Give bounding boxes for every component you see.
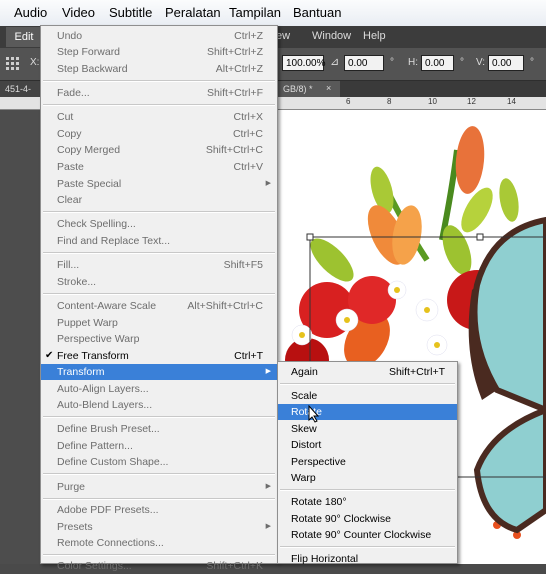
menu-subtitle[interactable]: Subtitle bbox=[109, 5, 152, 20]
player-menubar: Audio Video Subtitle Peralatan Tampilan … bbox=[0, 0, 546, 27]
submenu-arrow-icon: ▶ bbox=[265, 483, 271, 490]
close-tab-icon[interactable]: × bbox=[326, 83, 331, 93]
h-field[interactable]: 0.00 bbox=[421, 55, 454, 71]
submenu-arrow-icon: ▶ bbox=[265, 523, 271, 530]
menu-separator bbox=[43, 293, 275, 295]
menu-item-fill[interactable]: Fill... Shift+F5 bbox=[41, 257, 277, 273]
submenu-item-warp[interactable]: Warp bbox=[278, 470, 457, 486]
menu-item-find-replace[interactable]: Find and Replace Text... bbox=[41, 233, 277, 249]
tab-doc1[interactable]: 451-4-birt bbox=[0, 81, 42, 110]
menu-peralatan[interactable]: Peralatan bbox=[165, 5, 221, 20]
menu-separator bbox=[280, 546, 455, 548]
deg-symbol: ° bbox=[390, 57, 394, 68]
deg-symbol-v: ° bbox=[530, 57, 534, 68]
menu-item-perspective-warp[interactable]: Perspective Warp bbox=[41, 331, 277, 347]
workspace-background bbox=[0, 110, 40, 564]
submenu-item-distort[interactable]: Distort bbox=[278, 437, 457, 453]
menu-separator bbox=[43, 80, 275, 82]
menu-edit[interactable]: Edit bbox=[6, 27, 42, 47]
ruler-tick: 8 bbox=[387, 97, 392, 106]
menu-item-stroke[interactable]: Stroke... bbox=[41, 274, 277, 290]
submenu-item-rotate-90-ccw[interactable]: Rotate 90° Counter Clockwise bbox=[278, 527, 457, 543]
menu-separator bbox=[43, 416, 275, 418]
menu-help[interactable]: Help bbox=[363, 30, 386, 42]
menu-item-auto-blend[interactable]: Auto-Blend Layers... bbox=[41, 397, 277, 413]
angle-icon: ⊿ bbox=[330, 56, 340, 68]
menu-item-clear[interactable]: Clear bbox=[41, 192, 277, 208]
menu-item-check-spelling[interactable]: Check Spelling... bbox=[41, 216, 277, 232]
submenu-item-rotate[interactable]: Rotate bbox=[278, 404, 457, 420]
menu-item-define-pattern[interactable]: Define Pattern... bbox=[41, 438, 277, 454]
menu-item-transform[interactable]: Transform ▶ bbox=[41, 364, 277, 380]
menu-item-paste[interactable]: Paste Ctrl+V bbox=[41, 159, 277, 175]
menu-item-purge[interactable]: Purge ▶ bbox=[41, 479, 277, 495]
menu-separator bbox=[43, 252, 275, 254]
menu-item-color-settings[interactable]: Color Settings... Shift+Ctrl+K bbox=[41, 558, 277, 574]
menu-item-free-transform[interactable]: ✔ Free Transform Ctrl+T bbox=[41, 348, 277, 364]
menu-tampilan[interactable]: Tampilan bbox=[229, 5, 281, 20]
menu-bantuan[interactable]: Bantuan bbox=[293, 5, 341, 20]
mouse-cursor-icon bbox=[308, 404, 320, 423]
menu-item-paste-special[interactable]: Paste Special ▶ bbox=[41, 176, 277, 192]
menu-item-step-backward[interactable]: Step Backward Alt+Ctrl+Z bbox=[41, 61, 277, 77]
menu-view[interactable]: ew bbox=[276, 30, 290, 42]
h-label: H: bbox=[408, 57, 418, 68]
menu-item-define-brush[interactable]: Define Brush Preset... bbox=[41, 421, 277, 437]
menu-item-fade[interactable]: Fade... Shift+Ctrl+F bbox=[41, 85, 277, 101]
deg-symbol-h: ° bbox=[460, 57, 464, 68]
menu-item-remote-connections[interactable]: Remote Connections... bbox=[41, 535, 277, 551]
submenu-arrow-icon: ▶ bbox=[265, 368, 271, 375]
transform-submenu: Again Shift+Ctrl+T Scale Rotate Skew Dist… bbox=[277, 361, 458, 567]
reference-point-icon[interactable] bbox=[5, 56, 21, 72]
v-label: V: bbox=[476, 57, 486, 68]
menu-separator bbox=[43, 498, 275, 500]
menu-item-puppet-warp[interactable]: Puppet Warp bbox=[41, 315, 277, 331]
menu-item-copy[interactable]: Copy Ctrl+C bbox=[41, 126, 277, 142]
menu-item-content-aware-scale[interactable]: Content-Aware Scale Alt+Shift+Ctrl+C bbox=[41, 298, 277, 314]
ruler-tick: 6 bbox=[346, 97, 351, 106]
menu-item-undo[interactable]: Undo Ctrl+Z bbox=[41, 28, 277, 44]
submenu-arrow-icon: ▶ bbox=[265, 180, 271, 187]
width-percent-field[interactable]: 100.00% bbox=[282, 55, 325, 71]
menu-window[interactable]: Window bbox=[312, 30, 351, 42]
v-field[interactable]: 0.00 bbox=[488, 55, 524, 71]
menu-item-cut[interactable]: Cut Ctrl+X bbox=[41, 109, 277, 125]
x-label: X: bbox=[30, 57, 40, 68]
menu-separator bbox=[43, 473, 275, 475]
submenu-item-perspective[interactable]: Perspective bbox=[278, 454, 457, 470]
submenu-item-scale[interactable]: Scale bbox=[278, 388, 457, 404]
submenu-item-again[interactable]: Again Shift+Ctrl+T bbox=[278, 364, 457, 380]
angle-field[interactable]: 0.00 bbox=[344, 55, 384, 71]
menu-audio[interactable]: Audio bbox=[14, 5, 47, 20]
edit-menu: Undo Ctrl+Z Step Forward Shift+Ctrl+Z Step… bbox=[40, 25, 278, 572]
submenu-item-flip-horizontal[interactable]: Flip Horizontal bbox=[278, 551, 457, 567]
menu-separator bbox=[280, 383, 455, 385]
menu-separator bbox=[43, 211, 275, 213]
menu-item-pdf-presets[interactable]: Adobe PDF Presets... bbox=[41, 502, 277, 518]
checkmark-icon: ✔ bbox=[45, 350, 54, 361]
menu-separator bbox=[43, 104, 275, 106]
ruler-tick: 10 bbox=[428, 97, 437, 106]
menu-separator bbox=[280, 489, 455, 491]
menu-video[interactable]: Video bbox=[62, 5, 95, 20]
menu-separator bbox=[43, 554, 275, 556]
menu-item-step-forward[interactable]: Step Forward Shift+Ctrl+Z bbox=[41, 44, 277, 60]
menu-item-copy-merged[interactable]: Copy Merged Shift+Ctrl+C bbox=[41, 142, 277, 158]
submenu-item-skew[interactable]: Skew bbox=[278, 421, 457, 437]
menu-item-auto-align[interactable]: Auto-Align Layers... bbox=[41, 381, 277, 397]
submenu-item-rotate-90-cw[interactable]: Rotate 90° Clockwise bbox=[278, 511, 457, 527]
menu-item-presets[interactable]: Presets ▶ bbox=[41, 519, 277, 535]
ruler-tick: 12 bbox=[467, 97, 476, 106]
submenu-item-rotate-180[interactable]: Rotate 180° bbox=[278, 494, 457, 510]
menu-item-define-shape[interactable]: Define Custom Shape... bbox=[41, 454, 277, 470]
ruler-tick: 14 bbox=[507, 97, 516, 106]
